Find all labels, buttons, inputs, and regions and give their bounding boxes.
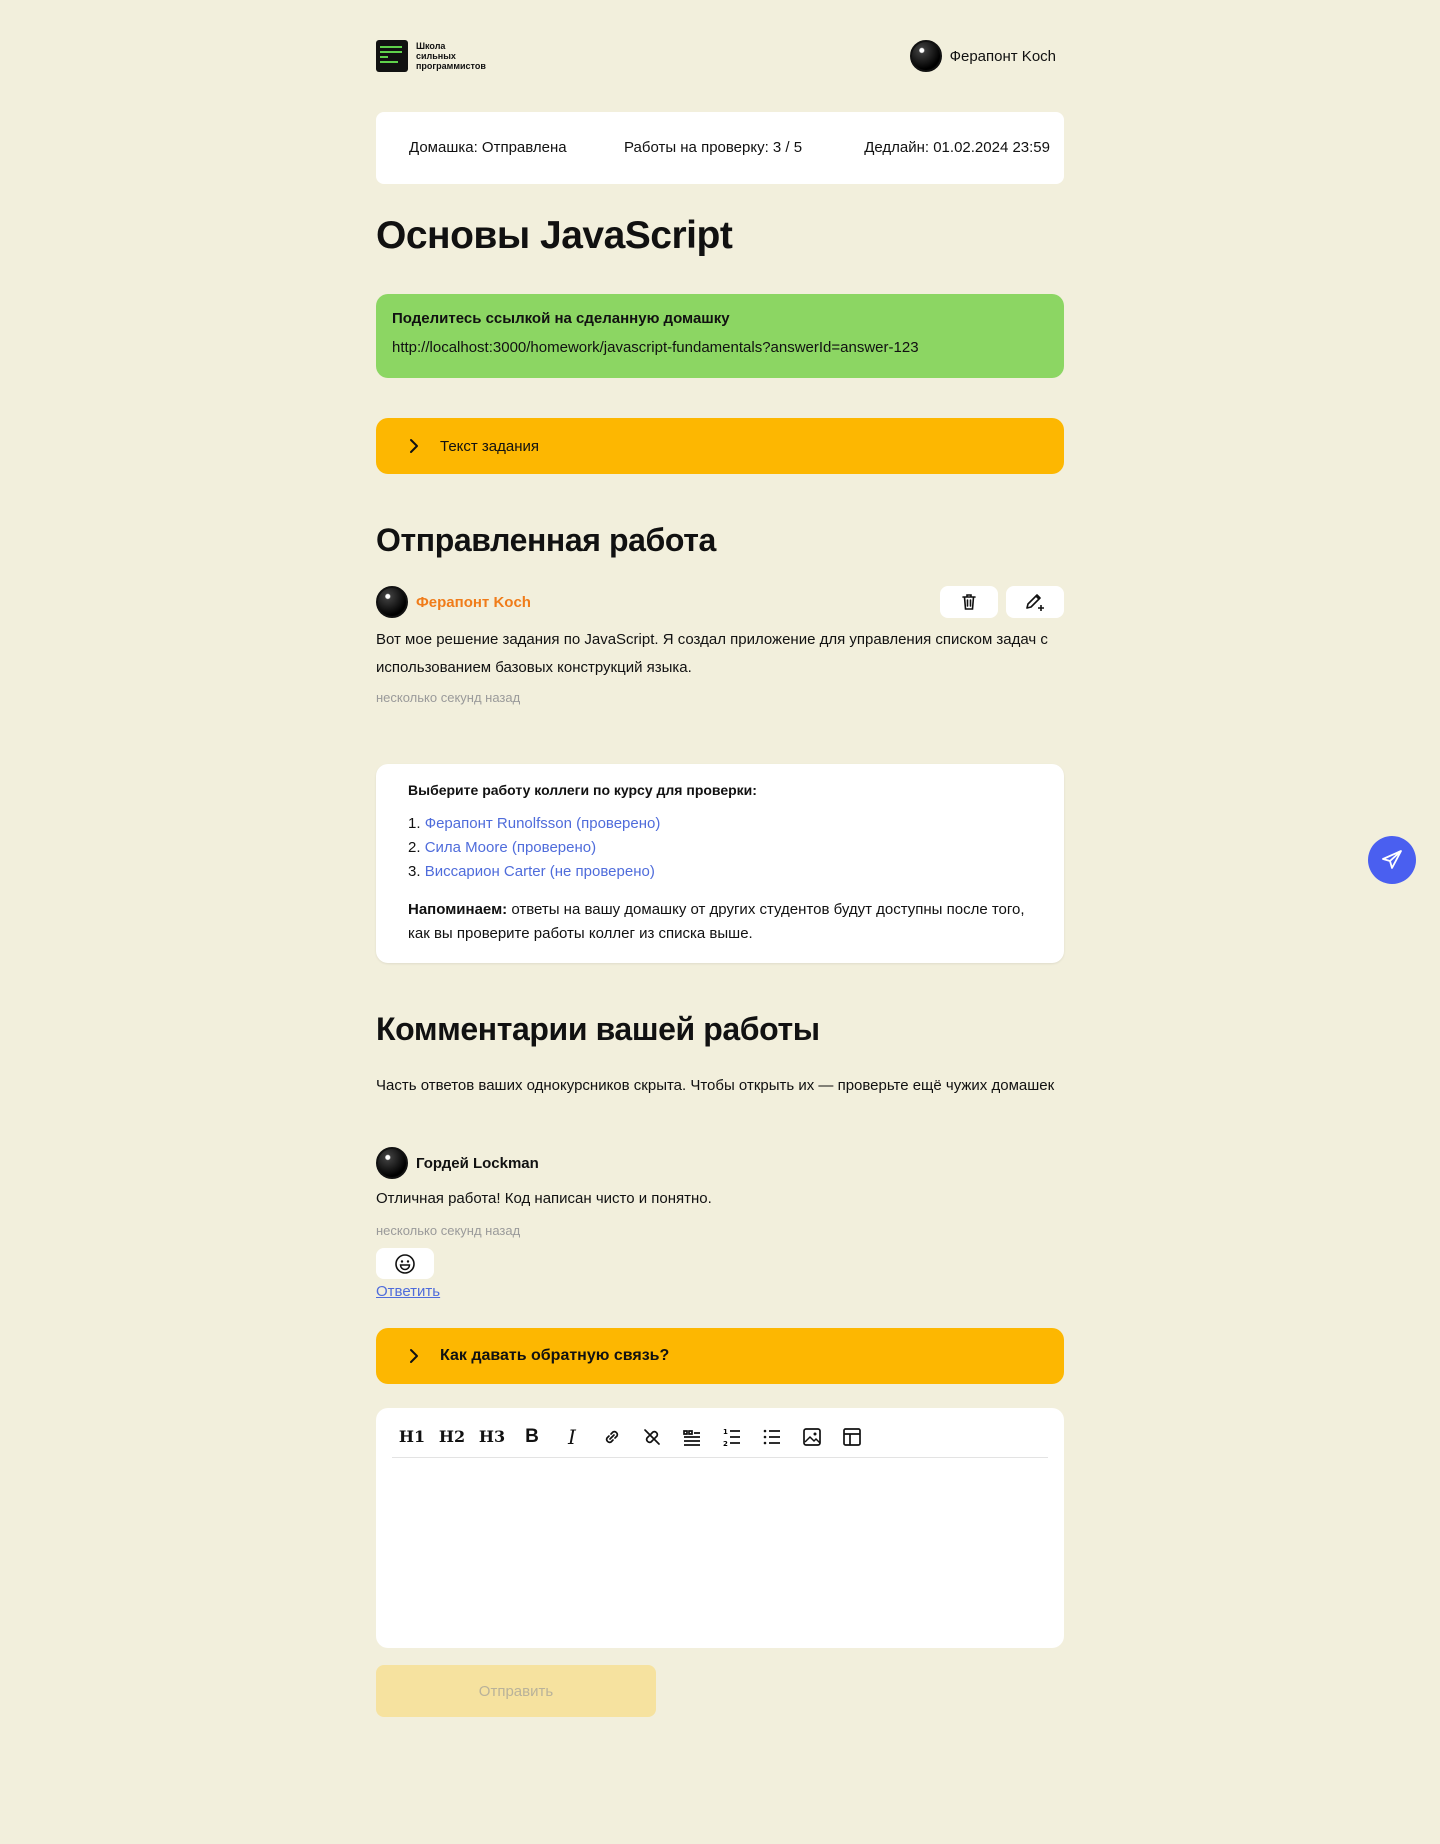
reviews-count: Работы на проверку: 3 / 5 <box>624 139 803 156</box>
user-avatar <box>909 40 942 72</box>
logo[interactable]: Школа сильных программистов <box>376 40 496 72</box>
unlink-icon <box>644 1428 660 1445</box>
submitted-heading: Отправленная работа <box>376 522 716 558</box>
submission-time: несколько секунд назад <box>376 690 521 705</box>
link-button[interactable] <box>592 1417 632 1457</box>
page-title: Основы JavaScript <box>376 214 733 257</box>
ordered-list-button[interactable]: 12 <box>712 1417 752 1457</box>
image-button[interactable] <box>792 1417 832 1457</box>
chevron-right-icon <box>410 439 418 453</box>
table-button[interactable] <box>832 1417 872 1457</box>
peer-work-link[interactable]: Сила Moore (проверено) <box>425 839 596 856</box>
peer-review-box: Выберите работу коллеги по курсу для про… <box>376 764 1064 963</box>
homework-status-bar: Домашка: Отправлена Работы на проверку: … <box>376 112 1064 184</box>
edit-button[interactable] <box>1006 586 1064 618</box>
comment-author[interactable]: Гордей Lockman <box>416 1155 539 1172</box>
comment-header: Гордей Lockman <box>376 1147 539 1179</box>
comments-heading: Комментарии вашей работы <box>376 1011 820 1047</box>
peer-work-link[interactable]: Виссарион Carter (не проверено) <box>425 863 655 880</box>
feedback-accordion-label: Как давать обратную связь? <box>440 1347 670 1364</box>
comment-textarea[interactable] <box>392 1464 1048 1636</box>
hidden-comments-note: Часть ответов ваших однокурсников скрыта… <box>376 1077 1055 1094</box>
submission-author[interactable]: Ферапонт Koch <box>416 594 531 611</box>
logo-text: Школа сильных программистов <box>416 41 486 71</box>
table-icon <box>843 1427 861 1446</box>
ordered-list-icon: 12 <box>723 1428 740 1448</box>
send-plane-icon <box>1382 850 1402 869</box>
svg-text:2: 2 <box>723 1440 728 1448</box>
logo-icon <box>376 40 408 72</box>
comment-text: Отличная работа! Код написан чисто и пон… <box>376 1190 712 1207</box>
comment-editor: H1 H2 H3 B I 12 <box>376 1408 1064 1648</box>
task-accordion-label: Текст задания <box>440 437 540 455</box>
peer-work-list: 1. Ферапонт Runolfsson (проверено) 2. Си… <box>408 812 1032 884</box>
delete-button[interactable] <box>940 586 998 618</box>
image-icon <box>803 1427 821 1446</box>
editor-toolbar: H1 H2 H3 B I 12 <box>392 1416 1048 1458</box>
deadline: Дедлайн: 01.02.2024 23:59 <box>864 139 1050 156</box>
author-avatar <box>376 586 408 618</box>
link-icon <box>605 1430 619 1443</box>
reply-link[interactable]: Ответить <box>376 1283 440 1300</box>
user-name: Ферапонт Koch <box>949 47 1056 65</box>
unlink-button[interactable] <box>632 1417 672 1457</box>
review-title: Выберите работу коллеги по курсу для про… <box>408 782 757 798</box>
svg-text:1: 1 <box>723 1428 728 1436</box>
heading1-button[interactable]: H1 <box>392 1417 432 1457</box>
edit-pencil-icon <box>1026 594 1044 611</box>
blockquote-button[interactable] <box>672 1417 712 1457</box>
feedback-accordion[interactable]: Как давать обратную связь? <box>376 1328 1064 1384</box>
homework-status: Домашка: Отправлена <box>409 139 567 156</box>
quote-icon <box>683 1429 700 1446</box>
submission-header: Ферапонт Koch <box>376 586 1064 618</box>
heading2-button[interactable]: H2 <box>432 1417 472 1457</box>
italic-button[interactable]: I <box>552 1417 592 1457</box>
header: Школа сильных программистов Ферапонт Koc… <box>376 38 1064 74</box>
bullet-list-icon <box>763 1429 780 1444</box>
bullet-list-button[interactable] <box>752 1417 792 1457</box>
user-menu[interactable]: Ферапонт Koch <box>909 40 1056 72</box>
share-title: Поделитесь ссылкой на сделанную домашку <box>392 310 730 327</box>
comment-time: несколько секунд назад <box>376 1223 521 1238</box>
chevron-right-icon <box>410 1349 418 1363</box>
list-item: 1. Ферапонт Runolfsson (проверено) <box>408 815 661 832</box>
submission-text: Вот мое решение задания по JavaScript. Я… <box>376 631 1048 676</box>
smiley-icon <box>395 1253 415 1274</box>
submit-button[interactable]: Отправить <box>376 1665 656 1717</box>
list-item: 3. Виссарион Carter (не проверено) <box>408 863 655 880</box>
reaction-button[interactable] <box>376 1248 434 1279</box>
list-item: 2. Сила Moore (проверено) <box>408 839 597 856</box>
task-text-accordion[interactable]: Текст задания <box>376 418 1064 474</box>
bold-button[interactable]: B <box>512 1417 552 1457</box>
share-link-block: Поделитесь ссылкой на сделанную домашку … <box>376 294 1064 378</box>
trash-icon <box>962 594 976 610</box>
heading3-button[interactable]: H3 <box>472 1417 512 1457</box>
peer-work-link[interactable]: Ферапонт Runolfsson (проверено) <box>425 815 661 832</box>
telegram-button[interactable] <box>1368 836 1416 884</box>
share-link[interactable]: http://localhost:3000/homework/javascrip… <box>392 339 1048 356</box>
reminder-note: Напоминаем: ответы на вашу домашку от др… <box>408 901 1025 942</box>
commenter-avatar <box>376 1147 408 1179</box>
